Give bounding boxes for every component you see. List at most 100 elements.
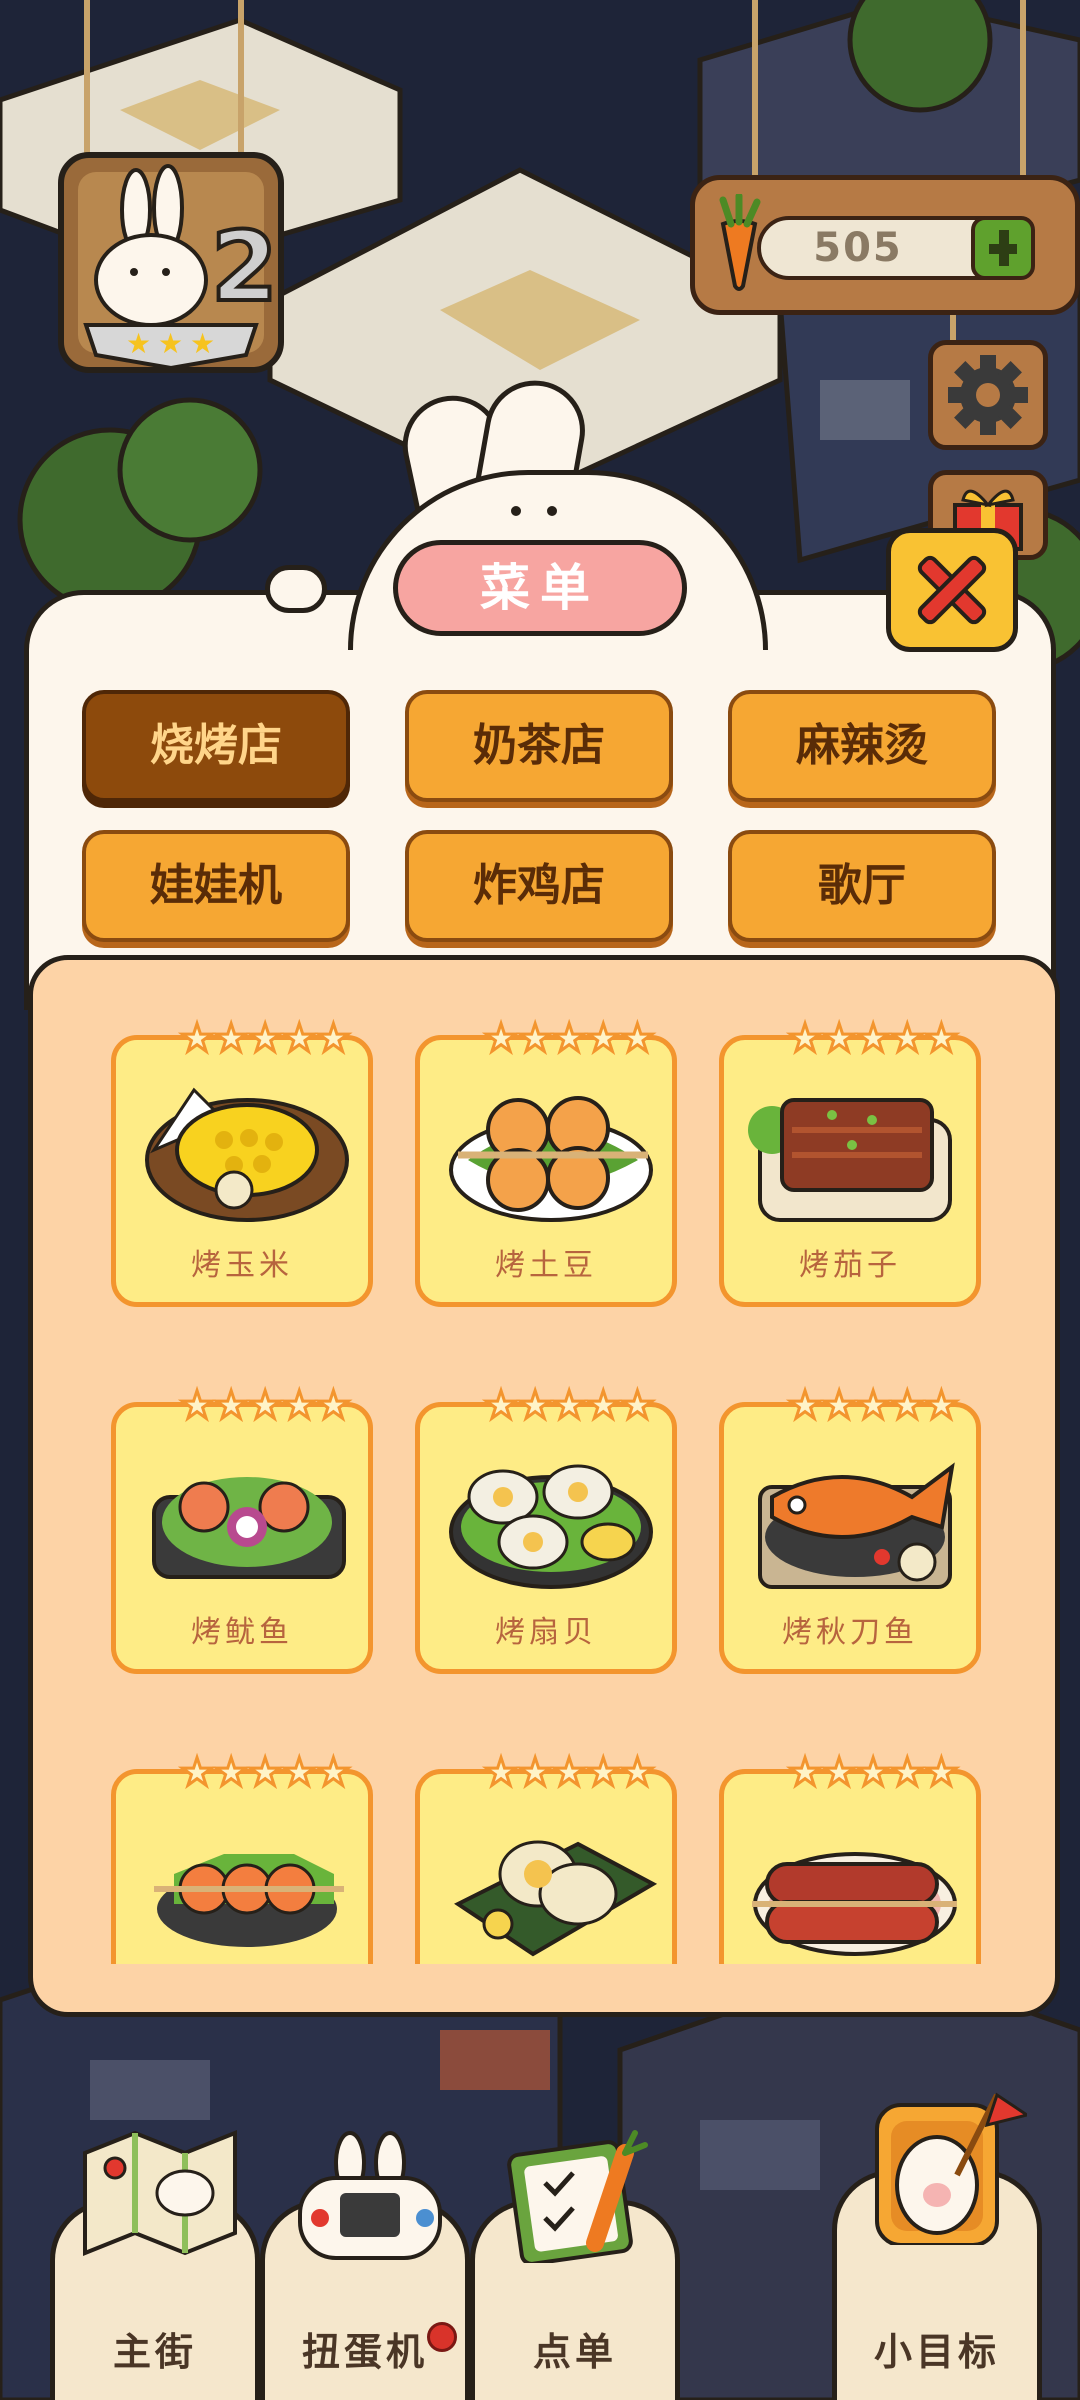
menu-title: 菜单 [393,540,687,636]
star-icon: ★ [213,1750,250,1794]
notification-dot [427,2322,457,2352]
menu-item-name: 烤土豆 [495,1248,597,1283]
star-icon: ★ [923,1383,960,1427]
menu-items-grid[interactable]: ★ ★ ★ ★ ★ 烤玉米 ★ ★ ★ ★ ★ 烤土豆 ★ ★ ★ ★ ★ 烤茄… [33,960,1055,1964]
svg-text:★: ★ [158,327,183,360]
nav-label: 主街 [112,2330,197,2374]
grilled-egg-icon [454,1840,658,1957]
add-carrots-button[interactable] [971,216,1035,280]
menu-item-card[interactable]: ★ ★ ★ ★ ★ 烤玉米 [111,1017,373,1307]
star-icon: ★ [585,1383,622,1427]
menu-item-name: 烤秋刀鱼 [782,1615,918,1650]
star-icon: ★ [585,1750,622,1794]
menu-item-card[interactable]: ★ ★ ★ ★ ★ [111,1751,373,1964]
bunny-face-icon [511,506,557,516]
menu-item-card[interactable]: ★ ★ ★ ★ ★ 烤秋刀鱼 [719,1384,981,1674]
grilled-corn-icon [145,1087,349,1222]
star-icon: ★ [855,1016,892,1060]
settings-button[interactable] [928,340,1048,450]
tab-karaoke[interactable]: 歌厅 [728,830,996,942]
carrot-count-field: 505 [757,216,1035,280]
star-icon: ★ [786,1016,823,1060]
star-icon: ★ [178,1383,215,1427]
svg-text:★: ★ [126,327,151,360]
grilled-scallop-icon [449,1464,653,1589]
bunny-paw [265,565,327,613]
carrot-count: 505 [813,225,903,271]
rating-stars: ★ ★ ★ ★ ★ [178,1750,352,1794]
tab-malatang[interactable]: 麻辣烫 [728,690,996,802]
tab-fried-chicken-shop[interactable]: 炸鸡店 [405,830,673,942]
star-icon: ★ [517,1383,554,1427]
nav-small-goals[interactable]: 小目标 [832,2092,1042,2400]
star-icon: ★ [585,1016,622,1060]
gear-icon [948,355,1028,435]
grilled-shrimp-icon [154,1854,344,1947]
tab-claw-machine[interactable]: 娃娃机 [82,830,350,942]
rating-stars: ★ ★ ★ ★ ★ [786,1016,960,1060]
menu-item-card[interactable]: ★ ★ ★ ★ ★ 烤茄子 [719,1017,981,1307]
star-icon: ★ [482,1383,519,1427]
clipboard-icon [507,2130,648,2263]
menu-item-card[interactable]: ★ ★ ★ ★ ★ 烤扇贝 [415,1384,677,1674]
rating-stars: ★ ★ ★ ★ ★ [482,1016,656,1060]
nav-orders[interactable]: 点单 [470,2130,680,2400]
nav-gacha-machine[interactable]: 扭蛋机 [260,2131,470,2400]
star-icon: ★ [889,1016,926,1060]
star-icon: ★ [281,1016,318,1060]
tab-bbq-shop[interactable]: 烧烤店 [82,690,350,802]
star-icon: ★ [821,1750,858,1794]
star-icon: ★ [315,1750,352,1794]
close-button[interactable] [886,528,1018,652]
menu-items-panel[interactable]: ★ ★ ★ ★ ★ 烤玉米 ★ ★ ★ ★ ★ 烤土豆 ★ ★ ★ ★ ★ 烤茄… [28,955,1060,2017]
star-icon: ★ [281,1750,318,1794]
flag-icon [875,2092,1027,2245]
player-level-badge[interactable]: 2 ★ ★ ★ [56,150,286,375]
menu-item-name: 烤鱿鱼 [191,1615,293,1650]
panel-rope [752,0,758,180]
grilled-eggplant-icon [748,1098,952,1222]
grilled-saury-icon [758,1462,955,1589]
star-icon: ★ [247,1383,284,1427]
star-icon: ★ [281,1383,318,1427]
menu-item-card[interactable]: ★ ★ ★ ★ ★ 烤鱿鱼 [111,1384,373,1674]
grilled-sausage-icon [752,1852,957,1956]
star-icon: ★ [855,1750,892,1794]
star-icon: ★ [786,1383,823,1427]
grilled-squid-icon [152,1477,346,1579]
star-icon: ★ [247,1750,284,1794]
star-icon: ★ [923,1016,960,1060]
menu-item-name: 烤玉米 [191,1248,293,1283]
star-icon: ★ [619,1750,656,1794]
star-icon: ★ [178,1016,215,1060]
grilled-potato-icon [449,1096,653,1222]
star-icon: ★ [551,1383,588,1427]
carrot-currency-panel: 505 [690,175,1080,315]
nav-label: 小目标 [873,2330,1000,2374]
rating-stars: ★ ★ ★ ★ ★ [482,1750,656,1794]
star-icon: ★ [786,1750,823,1794]
star-icon: ★ [315,1383,352,1427]
star-icon: ★ [889,1750,926,1794]
star-icon: ★ [247,1016,284,1060]
star-icon: ★ [923,1750,960,1794]
star-icon: ★ [821,1383,858,1427]
panel-rope [1020,0,1026,180]
rating-stars: ★ ★ ★ ★ ★ [786,1383,960,1427]
star-icon: ★ [178,1750,215,1794]
rating-stars: ★ ★ ★ ★ ★ [178,1383,352,1427]
nav-main-street[interactable]: 主街 [50,2130,260,2400]
menu-item-card[interactable]: ★ ★ ★ ★ ★ [415,1751,677,1964]
star-icon: ★ [619,1016,656,1060]
star-icon: ★ [889,1383,926,1427]
map-icon [83,2130,237,2256]
menu-item-card[interactable]: ★ ★ ★ ★ ★ [719,1751,981,1964]
menu-item-name: 烤扇贝 [495,1615,597,1650]
star-icon: ★ [551,1750,588,1794]
star-icon: ★ [821,1016,858,1060]
menu-item-card[interactable]: ★ ★ ★ ★ ★ 烤土豆 [415,1017,677,1307]
tab-milk-tea-shop[interactable]: 奶茶店 [405,690,673,802]
rating-stars: ★ ★ ★ ★ ★ [178,1016,351,1060]
star-icon: ★ [213,1383,250,1427]
sign-rope [238,0,244,160]
